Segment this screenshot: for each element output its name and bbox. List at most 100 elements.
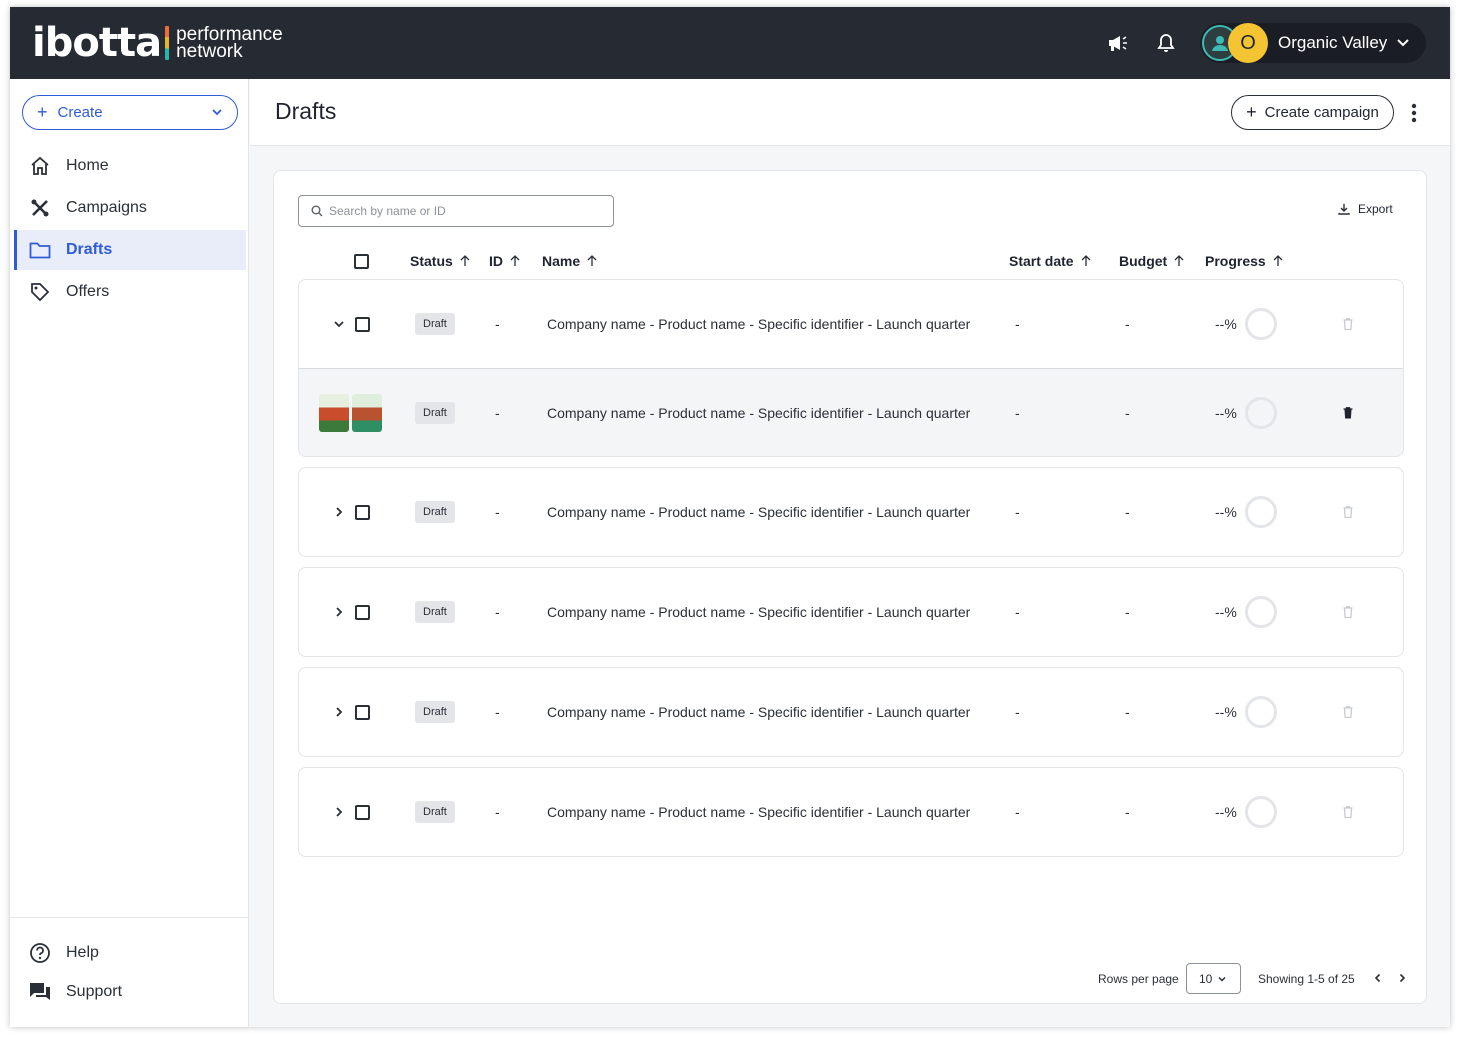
rows-per-page-select[interactable]: 10 — [1186, 963, 1241, 994]
top-bar: ibotta performance network O Organic Val… — [10, 7, 1450, 79]
id-cell: - — [495, 804, 500, 820]
status-badge: Draft — [415, 601, 455, 623]
sidebar-item-offers[interactable]: Offers — [14, 272, 246, 312]
next-page-button[interactable] — [1394, 971, 1410, 987]
name-cell[interactable]: Company name - Product name - Specific i… — [547, 668, 970, 756]
trash-icon[interactable] — [1343, 706, 1353, 718]
column-header-label: Start date — [1009, 253, 1074, 269]
megaphone-icon[interactable] — [1106, 31, 1130, 55]
progress-value: --% — [1215, 316, 1237, 332]
progress-cell: --% — [1215, 668, 1277, 756]
trash-icon[interactable] — [1343, 506, 1353, 518]
column-header-status[interactable]: Status — [410, 253, 470, 269]
start-date-cell: - — [1015, 804, 1020, 820]
sidebar-item-campaigns[interactable]: Campaigns — [14, 188, 246, 228]
product-image-icon — [319, 394, 382, 432]
plus-icon: + — [1246, 102, 1257, 122]
column-header-label: Name — [542, 253, 581, 269]
table-sub-row[interactable]: Draft - Company name - Product name - Sp… — [299, 368, 1403, 456]
column-header-progress[interactable]: Progress — [1205, 253, 1283, 269]
column-header-name[interactable]: Name — [542, 253, 597, 269]
table-row[interactable]: Draft - Company name - Product name - Sp… — [299, 468, 1403, 556]
table-row[interactable]: Draft - Company name - Product name - Sp… — [299, 668, 1403, 756]
budget-cell: - — [1125, 604, 1130, 620]
name-cell[interactable]: Company name - Product name - Specific i… — [547, 280, 970, 368]
budget-cell: - — [1125, 405, 1130, 421]
chevron-right-icon[interactable] — [329, 502, 349, 522]
row-checkbox-cell — [355, 280, 370, 368]
status-cell: Draft — [415, 568, 455, 656]
name-cell[interactable]: Company name - Product name - Specific i… — [547, 369, 970, 456]
trash-icon[interactable] — [1343, 407, 1353, 419]
logo-bar — [165, 26, 170, 60]
progress-value: --% — [1215, 504, 1237, 520]
row-checkbox[interactable] — [355, 316, 370, 332]
chevron-right-icon[interactable] — [329, 602, 349, 622]
export-button[interactable]: Export — [1338, 199, 1393, 219]
chevron-down-icon — [1396, 35, 1410, 54]
bell-icon[interactable] — [1154, 31, 1178, 55]
page-header: Drafts + Create campaign — [250, 79, 1450, 146]
name-cell[interactable]: Company name - Product name - Specific i… — [547, 468, 970, 556]
status-cell: Draft — [415, 369, 455, 456]
search-input[interactable] — [329, 204, 599, 218]
row-checkbox[interactable] — [355, 704, 370, 720]
sidebar-item-drafts[interactable]: Drafts — [14, 230, 246, 270]
account-name: Organic Valley — [1278, 33, 1388, 52]
sidebar-item-label: Home — [66, 157, 109, 174]
status-badge: Draft — [415, 701, 455, 723]
export-label: Export — [1358, 202, 1393, 216]
rows-per-page-label: Rows per page — [1098, 972, 1179, 986]
trash-icon[interactable] — [1343, 806, 1353, 818]
table-row[interactable]: Draft - Company name - Product name - Sp… — [299, 568, 1403, 656]
row-checkbox[interactable] — [355, 504, 370, 520]
start-date-cell: - — [1015, 604, 1020, 620]
column-header-id[interactable]: ID — [489, 253, 520, 269]
table-row[interactable]: Draft - Company name - Product name - Sp… — [299, 280, 1403, 368]
table-row[interactable]: Draft - Company name - Product name - Sp… — [299, 768, 1403, 856]
sort-arrow-icon — [460, 255, 470, 267]
delete-cell — [1343, 468, 1353, 556]
search-icon — [311, 205, 323, 217]
product-package — [319, 394, 349, 432]
table-row-group: Draft - Company name - Product name - Sp… — [298, 567, 1404, 657]
account-switcher[interactable]: O Organic Valley — [1200, 23, 1426, 63]
table-row-group: Draft - Company name - Product name - Sp… — [298, 667, 1404, 757]
expand-toggle[interactable] — [329, 568, 349, 656]
chevron-down-icon[interactable] — [329, 314, 349, 334]
row-checkbox[interactable] — [355, 804, 370, 820]
expand-toggle[interactable] — [329, 768, 349, 856]
status-badge: Draft — [415, 402, 455, 424]
create-campaign-button[interactable]: + Create campaign — [1231, 95, 1394, 130]
create-button[interactable]: + Create — [22, 95, 238, 130]
more-options-icon[interactable] — [1402, 101, 1426, 125]
column-header-start-date[interactable]: Start date — [1009, 253, 1091, 269]
column-header-label: ID — [489, 253, 503, 269]
column-header-budget[interactable]: Budget — [1119, 253, 1184, 269]
expand-toggle[interactable] — [329, 668, 349, 756]
search-field[interactable] — [298, 195, 614, 227]
chevron-left-icon — [1373, 972, 1383, 986]
progress-cell: --% — [1215, 369, 1277, 456]
sidebar-item-support[interactable]: Support — [28, 980, 122, 1004]
previous-page-button[interactable] — [1370, 971, 1386, 987]
row-checkbox-cell — [355, 468, 370, 556]
sidebar-item-help[interactable]: Help — [28, 941, 99, 965]
sidebar-item-label: Offers — [66, 283, 110, 300]
brand-logo[interactable]: ibotta performance network — [32, 20, 283, 66]
chevron-right-icon[interactable] — [329, 802, 349, 822]
expand-toggle[interactable] — [329, 468, 349, 556]
name-cell[interactable]: Company name - Product name - Specific i… — [547, 768, 970, 856]
support-label: Support — [66, 983, 123, 1000]
id-cell: - — [495, 704, 500, 720]
row-checkbox[interactable] — [355, 604, 370, 620]
trash-icon[interactable] — [1343, 318, 1353, 330]
sidebar-item-home[interactable]: Home — [14, 146, 246, 186]
trash-icon[interactable] — [1343, 606, 1353, 618]
collapse-toggle[interactable] — [329, 280, 349, 368]
name-cell[interactable]: Company name - Product name - Specific i… — [547, 568, 970, 656]
chevron-right-icon[interactable] — [329, 702, 349, 722]
start-date-cell: - — [1015, 504, 1020, 520]
select-all-checkbox[interactable] — [354, 254, 369, 269]
sidebar-item-label: Campaigns — [66, 199, 147, 216]
